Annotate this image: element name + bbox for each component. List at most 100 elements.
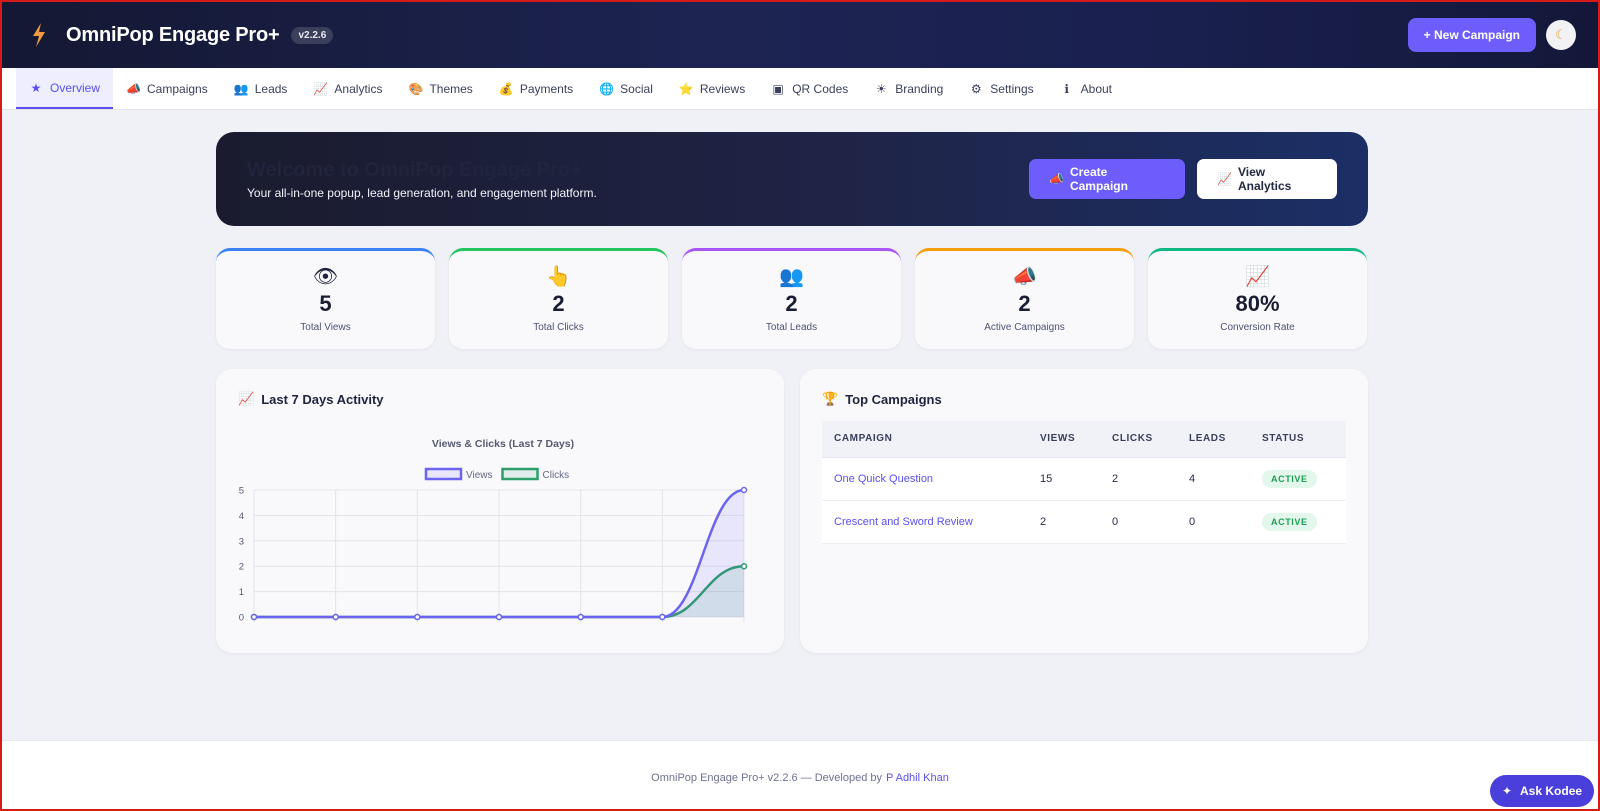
users-icon: 👥: [233, 81, 249, 96]
money-bag-icon: 💰: [498, 81, 514, 96]
chart-icon: 📈: [1217, 172, 1232, 186]
campaign-name-link[interactable]: One Quick Question: [822, 457, 1028, 501]
tab-label: Overview: [50, 80, 101, 95]
globe-icon: 🌐: [599, 81, 615, 96]
ask-kodee-label: Ask Kodee: [1520, 784, 1583, 798]
stat-card: 👁 5 Total Views: [216, 248, 435, 349]
leads-cell: 0: [1177, 500, 1250, 544]
info-icon: ℹ: [1064, 81, 1069, 96]
data-point[interactable]: [495, 613, 503, 621]
tab-leads[interactable]: 👥 Leads: [221, 68, 301, 109]
tab-label: Reviews: [699, 81, 746, 96]
tab-overview[interactable]: ★ Overview: [16, 68, 114, 109]
welcome-title: Welcome to OmniPop Engage Pro+: [247, 158, 582, 181]
sun-icon: ☀: [875, 81, 887, 96]
tab-reviews[interactable]: ⭐ Reviews: [666, 68, 758, 109]
users-icon: 👥: [779, 266, 804, 288]
data-point[interactable]: [577, 613, 584, 621]
legend-label[interactable]: Clicks: [543, 470, 570, 481]
status-cell: ACTIVE: [1250, 457, 1346, 501]
developer-link[interactable]: P Adhil Khan: [886, 772, 949, 784]
lightning-bolt-icon: [28, 20, 50, 50]
clicks-cell: 0: [1100, 500, 1177, 544]
pointer-icon: 👆: [546, 266, 571, 288]
tab-themes[interactable]: 🎨 Themes: [395, 68, 485, 109]
status-badge: ACTIVE: [1262, 512, 1317, 531]
data-point[interactable]: [659, 613, 666, 621]
stat-label: Total Leads: [765, 322, 818, 333]
tab-label: Leads: [254, 81, 288, 96]
activity-title-text: Last 7 Days Activity: [261, 391, 384, 407]
chart-title: Views & Clicks (Last 7 Days): [432, 438, 574, 450]
y-tick-label: 0: [239, 613, 244, 624]
star-filled-icon: ⭐: [678, 81, 694, 96]
stat-value: 5: [319, 291, 332, 316]
legend-label[interactable]: Views: [466, 470, 493, 481]
table-row: One Quick Question 15 2 4 ACTIVE: [822, 457, 1346, 501]
moon-icon: ☾: [1555, 27, 1567, 42]
status-cell: ACTIVE: [1250, 500, 1346, 544]
stat-value: 80%: [1235, 291, 1280, 316]
stat-card: 📈 80% Conversion Rate: [1148, 248, 1367, 349]
y-tick-label: 3: [239, 536, 244, 547]
tab-label: Social: [620, 81, 653, 96]
stat-label: Active Campaigns: [984, 322, 1065, 333]
version-badge: v2.2.6: [291, 26, 334, 44]
app-title: OmniPop Engage Pro+: [66, 23, 280, 46]
tab-settings[interactable]: ⚙ Settings: [956, 68, 1046, 109]
activity-panel: 📈 Last 7 Days Activity Views & Clicks (L…: [216, 369, 784, 653]
status-badge: ACTIVE: [1262, 469, 1317, 488]
top-campaigns-panel: 🏆 Top Campaigns CAMPAIGN VIEWS CLICKS LEADS…: [800, 369, 1368, 653]
ask-kodee-button[interactable]: ✦ Ask Kodee: [1490, 775, 1594, 807]
tab-analytics[interactable]: 📈 Analytics: [300, 68, 395, 109]
eye-icon: 👁: [312, 266, 339, 288]
stat-label: Total Views: [300, 322, 351, 333]
trophy-icon: 🏆: [822, 391, 839, 406]
view-analytics-button[interactable]: 📈 View Analytics: [1197, 159, 1337, 199]
data-point[interactable]: [250, 613, 258, 621]
tab-payments[interactable]: 💰 Payments: [486, 68, 586, 109]
stats-row: 👁 5 Total Views 👆 2 Total Clicks 👥 2 Total Leads…: [216, 248, 1368, 349]
top-campaigns-title-text: Top Campaigns: [845, 391, 942, 407]
column-header: VIEWS: [1028, 421, 1100, 458]
stat-label: Total Clicks: [533, 322, 584, 333]
data-point[interactable]: [414, 613, 421, 621]
table-row: Crescent and Sword Review 2 0 0 ACTIVE: [822, 500, 1346, 544]
tab-social[interactable]: 🌐 Social: [586, 68, 666, 109]
gear-icon: ⚙: [970, 81, 982, 96]
campaign-name-link[interactable]: Crescent and Sword Review: [822, 500, 1028, 544]
megaphone-icon: 📣: [1012, 266, 1037, 288]
create-campaign-button[interactable]: 📣 Create Campaign: [1029, 159, 1185, 199]
tab-branding[interactable]: ☀ Branding: [861, 68, 956, 109]
theme-toggle-button[interactable]: ☾: [1546, 20, 1576, 50]
y-tick-label: 4: [239, 511, 244, 522]
column-header: LEADS: [1177, 421, 1250, 458]
footer: OmniPop Engage Pro+ v2.2.6 — Developed b…: [2, 740, 1598, 809]
data-point[interactable]: [332, 613, 339, 621]
chart-icon: 📈: [238, 391, 255, 406]
chart-icon: 📈: [313, 81, 329, 96]
chart-icon: 📈: [1245, 266, 1270, 288]
column-header: CAMPAIGN: [822, 421, 1028, 458]
campaigns-table: CAMPAIGN VIEWS CLICKS LEADS STATUS One Quick…: [822, 421, 1346, 544]
megaphone-icon: 📣: [126, 81, 141, 96]
stat-value: 2: [552, 291, 565, 316]
palette-icon: 🎨: [408, 81, 424, 96]
main-nav-tabs: ★ Overview 📣 Campaigns 👥 Leads 📈 Analytics 🎨 Them…: [2, 68, 1598, 110]
stat-value: 2: [785, 291, 798, 316]
y-tick-label: 2: [239, 562, 244, 573]
tab-label: Themes: [429, 81, 473, 96]
tab-qr-codes[interactable]: ▣ QR Codes: [758, 68, 861, 109]
data-point[interactable]: [740, 486, 748, 494]
new-campaign-button[interactable]: + New Campaign: [1407, 18, 1536, 52]
star-icon: ★: [30, 80, 42, 95]
views-cell: 15: [1028, 457, 1100, 501]
y-tick-label: 1: [239, 587, 244, 598]
tab-about[interactable]: ℹ About: [1047, 68, 1125, 109]
welcome-banner: Welcome to OmniPop Engage Pro+ Your all-…: [216, 132, 1368, 226]
tab-campaigns[interactable]: 📣 Campaigns: [113, 68, 221, 109]
column-header: CLICKS: [1100, 421, 1177, 458]
stat-card: 👥 2 Total Leads: [682, 248, 901, 349]
tab-label: Settings: [990, 81, 1034, 96]
top-header: OmniPop Engage Pro+ v2.2.6 + New Campaig…: [2, 2, 1598, 68]
